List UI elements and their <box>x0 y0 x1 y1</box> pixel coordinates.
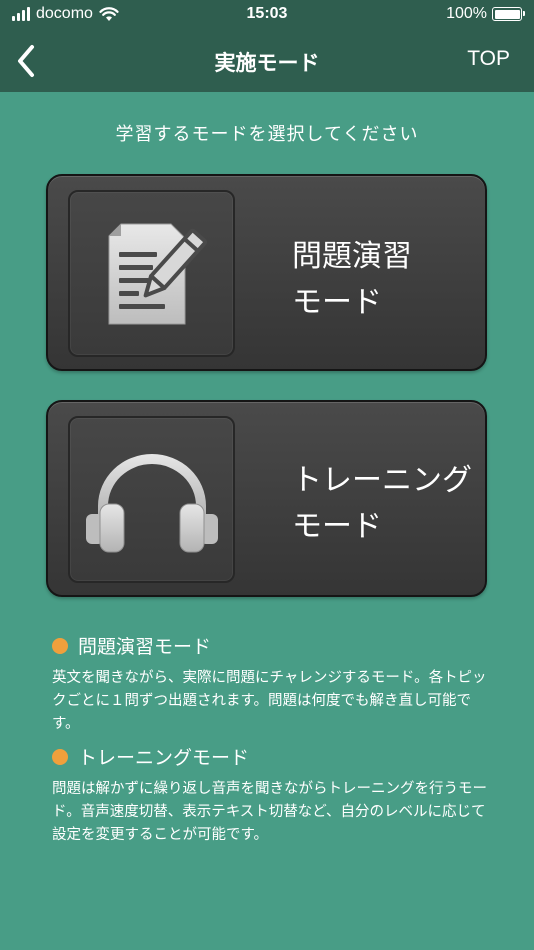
training-mode-label: トレーニング モード <box>292 458 472 550</box>
training-description-title: トレーニングモード <box>78 747 250 769</box>
battery-percent: 100% <box>446 5 487 22</box>
training-mode-label-line1: トレーニング <box>292 463 472 498</box>
battery-fill <box>494 9 520 19</box>
back-button[interactable] <box>8 42 44 80</box>
status-bar: docomo 15:03 100% <box>0 0 534 30</box>
practice-description-heading: 問題演習モード <box>52 632 502 659</box>
practice-description-title: 問題演習モード <box>78 636 212 658</box>
training-mode-description: トレーニングモード 問題は解かずに繰り返し音声を聞きながらトレーニングを行うモー… <box>52 743 502 847</box>
practice-mode-button[interactable]: 問題演習 モード <box>46 174 487 371</box>
bullet-dot-icon <box>52 748 68 765</box>
document-pencil-icon <box>108 223 207 324</box>
practice-mode-description: 問題演習モード 英文を聞きながら、実際に問題にチャレンジするモード。各トピックご… <box>52 632 502 736</box>
training-icon-box <box>68 416 235 583</box>
top-button[interactable]: TOP <box>467 47 510 71</box>
practice-mode-label-line1: 問題演習 <box>292 239 412 274</box>
practice-mode-label: 問題演習 モード <box>292 234 412 326</box>
status-right: 100% <box>446 5 525 23</box>
headphones-icon <box>85 453 218 552</box>
chevron-left-icon <box>18 45 34 77</box>
page-title: 実施モード <box>214 51 320 75</box>
battery-icon <box>492 7 525 21</box>
practice-mode-label-line2: モード <box>292 285 382 320</box>
bullet-dot-icon <box>52 637 68 654</box>
training-mode-button[interactable]: トレーニング モード <box>46 400 487 597</box>
practice-description-body: 英文を聞きながら、実際に問題にチャレンジするモード。各トピックごとに１問ずつ出題… <box>52 670 487 732</box>
training-description-heading: トレーニングモード <box>52 743 502 770</box>
training-mode-label-line2: モード <box>292 509 382 544</box>
training-description-body: 問題は解かずに繰り返し音声を聞きながらトレーニングを行うモード。音声速度切替、表… <box>52 781 487 843</box>
practice-icon-box <box>68 190 235 357</box>
nav-bar: 実施モード TOP <box>0 30 534 92</box>
instruction-text: 学習するモードを選択してください <box>115 124 419 145</box>
